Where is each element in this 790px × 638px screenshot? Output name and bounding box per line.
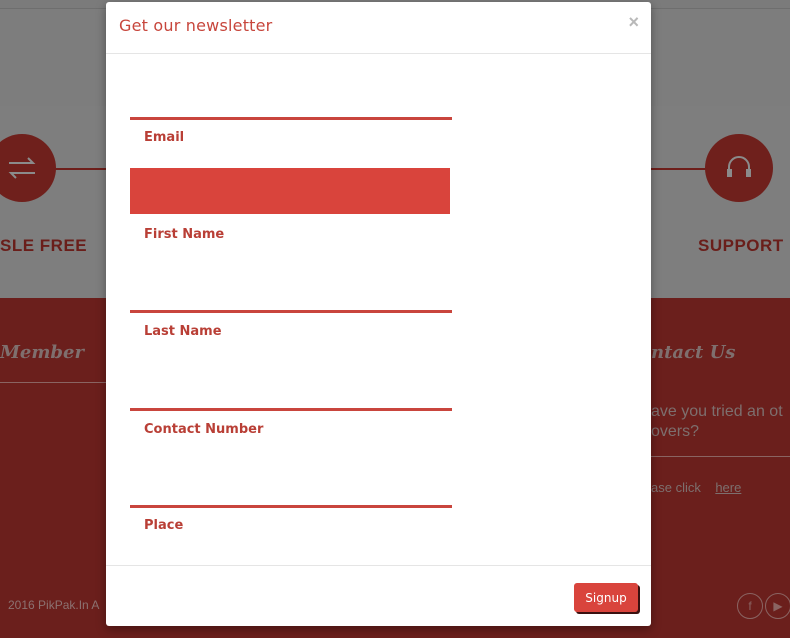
field-underline — [130, 310, 452, 313]
modal-header: Get our newsletter × — [106, 2, 651, 54]
field-underline — [130, 117, 452, 120]
first-name-label: First Name — [144, 227, 225, 242]
feature-connector-line — [651, 168, 707, 170]
footer-divider — [0, 382, 110, 383]
footer-here-link[interactable]: here — [715, 480, 741, 495]
newsletter-modal: Get our newsletter × Email First Name La… — [106, 2, 651, 626]
facebook-icon[interactable]: f — [737, 593, 763, 619]
first-name-field[interactable] — [130, 168, 450, 214]
email-field[interactable] — [130, 72, 450, 117]
last-name-label: Last Name — [144, 324, 222, 339]
close-icon[interactable]: × — [628, 12, 639, 32]
feature-connector-line — [55, 168, 110, 170]
footer-divider — [651, 456, 790, 457]
signup-button[interactable]: Signup — [574, 583, 638, 612]
feature-label: SLE FREE — [0, 236, 88, 255]
modal-title: Get our newsletter — [119, 16, 273, 35]
place-field[interactable] — [130, 458, 450, 503]
feature-label: SUPPORT — [698, 236, 784, 255]
footer-click-text: ase click here — [651, 480, 742, 495]
youtube-icon[interactable]: ▶ — [765, 593, 790, 619]
last-name-field[interactable] — [130, 264, 450, 309]
copyright-text: 2016 PikPak.In A — [8, 598, 100, 612]
field-underline — [130, 505, 452, 508]
email-label: Email — [144, 130, 185, 145]
place-label: Place — [144, 518, 184, 533]
footer-heading-contact: ntact Us — [651, 342, 736, 363]
modal-footer: Signup — [106, 565, 651, 627]
headset-icon — [705, 134, 773, 202]
field-underline — [130, 408, 452, 411]
footer-question: ave you tried an ot overs? — [651, 403, 783, 440]
footer-heading-member: Member — [0, 342, 84, 363]
contact-number-label: Contact Number — [144, 422, 264, 437]
contact-number-field[interactable] — [130, 362, 450, 407]
